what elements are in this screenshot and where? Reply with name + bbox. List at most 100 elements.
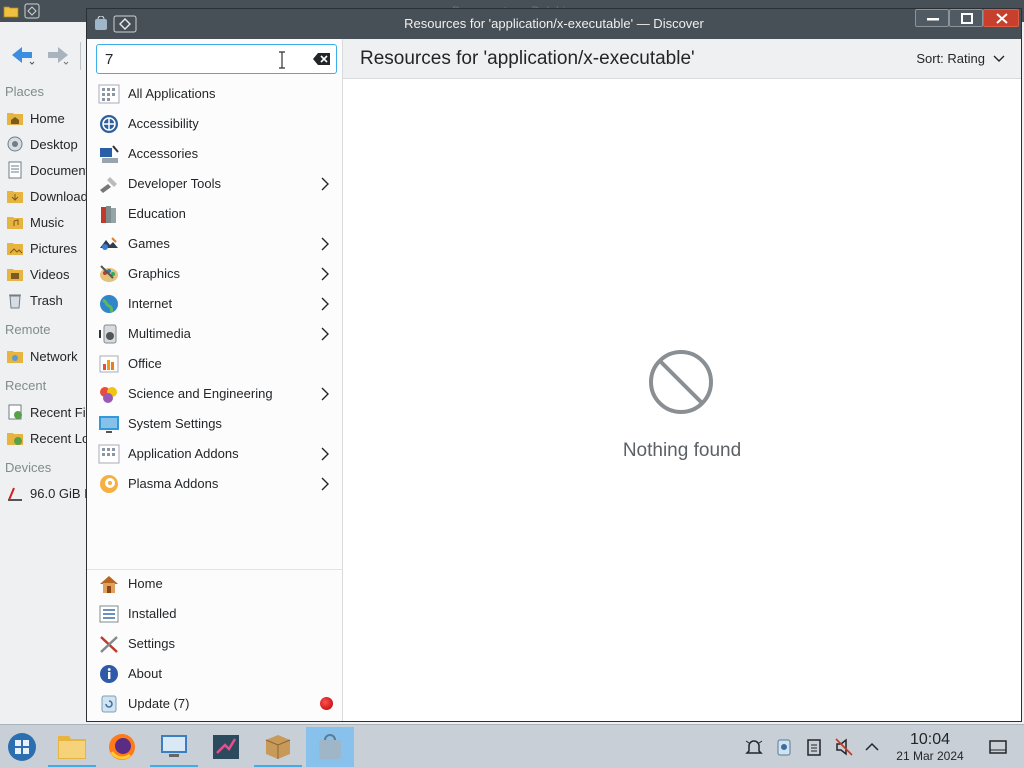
home-folder-icon (7, 113, 23, 125)
network-folder-icon (7, 351, 23, 363)
show-desktop-icon[interactable] (988, 737, 1008, 757)
clipboard-icon[interactable] (804, 737, 824, 757)
category-label: System Settings (128, 416, 222, 431)
close-button[interactable] (983, 9, 1019, 27)
education-icon (101, 206, 116, 223)
category-plasma-addons[interactable]: Plasma Addons (87, 469, 343, 499)
nav-home[interactable]: Home (87, 569, 343, 599)
nav-label: About (128, 666, 162, 681)
taskbar-discover[interactable] (306, 727, 354, 767)
nav-update[interactable]: Update (7) (87, 689, 343, 719)
category-system-settings[interactable]: System Settings (87, 409, 343, 439)
documents-folder-icon (8, 161, 22, 179)
update-icon (101, 695, 117, 713)
settings-icon (100, 636, 118, 653)
places-item-pictures[interactable]: Pictures (6, 237, 88, 259)
category-application-addons[interactable]: Application Addons (87, 439, 343, 469)
category-graphics[interactable]: Graphics (87, 259, 343, 289)
clipboard-tray-icon[interactable] (774, 737, 794, 757)
science-icon (100, 387, 117, 403)
chevron-right-icon (321, 297, 329, 311)
search-input[interactable]: 7 (96, 44, 337, 74)
category-multimedia[interactable]: Multimedia (87, 319, 343, 349)
chevron-right-icon (321, 237, 329, 251)
category-internet[interactable]: Internet (87, 289, 343, 319)
category-accessories[interactable]: Accessories (87, 139, 343, 169)
places-item-trash[interactable]: Trash (6, 289, 88, 311)
games-icon (100, 237, 118, 250)
desktop-folder-icon (7, 136, 23, 152)
window-titlebar[interactable]: Resources for 'application/x-executable'… (87, 9, 1021, 39)
clock[interactable]: 10:04 21 Mar 2024 (884, 731, 976, 763)
places-item-music[interactable]: Music (6, 211, 88, 233)
trash-icon (9, 294, 21, 309)
taskbar-firefox[interactable] (98, 727, 146, 767)
maximize-icon (961, 13, 973, 24)
category-games[interactable]: Games (87, 229, 343, 259)
installed-icon (99, 605, 119, 623)
chevron-up-icon[interactable] (862, 737, 882, 757)
category-office[interactable]: Office (87, 349, 343, 379)
videos-folder-icon (7, 269, 23, 281)
minimize-button[interactable] (915, 9, 949, 27)
nav-about[interactable]: About (87, 659, 343, 689)
recent-header: Recent (5, 378, 47, 393)
developer-tools-icon (100, 177, 117, 193)
nav-label: Home (128, 576, 163, 591)
window-title: Resources for 'application/x-executable'… (404, 16, 704, 31)
volume-muted-icon[interactable] (834, 737, 854, 757)
category-label: Games (128, 236, 170, 251)
places-item-recent-files[interactable]: Recent Files (6, 401, 88, 423)
places-item-videos[interactable]: Videos (6, 263, 88, 285)
nav-label: Update (7) (128, 696, 190, 711)
category-label: Application Addons (128, 446, 239, 461)
notifications-icon[interactable] (744, 737, 764, 757)
devices-header: Devices (5, 460, 52, 475)
pictures-folder-icon (7, 243, 23, 255)
places-item-home[interactable]: Home (6, 107, 88, 129)
places-item-documents[interactable]: Documents (6, 159, 88, 181)
clock-time: 10:04 (909, 731, 951, 748)
discover-icon (319, 734, 341, 759)
taskbar-dolphin[interactable] (48, 727, 96, 767)
forward-arrow-icon[interactable] (44, 44, 70, 66)
back-arrow-icon[interactable] (10, 44, 36, 66)
nav-settings[interactable]: Settings (87, 629, 343, 659)
downloads-folder-icon (7, 191, 23, 203)
category-label: All Applications (128, 86, 216, 101)
window-controls (915, 9, 1019, 27)
category-label: Science and Engineering (128, 386, 273, 401)
category-science-engineering[interactable]: Science and Engineering (87, 379, 343, 409)
text-cursor-icon (279, 51, 285, 69)
dolphin-file-manager-icon (58, 736, 86, 759)
category-label: Plasma Addons (128, 476, 219, 491)
start-menu-button[interactable] (0, 727, 44, 767)
taskbar-system-monitor[interactable] (150, 727, 198, 767)
places-item-desktop[interactable]: Desktop (6, 133, 88, 155)
system-monitor-icon (161, 735, 187, 757)
system-settings-icon (99, 416, 119, 433)
category-label: Accessories (128, 146, 199, 161)
category-developer-tools[interactable]: Developer Tools (87, 169, 343, 199)
music-folder-icon (7, 217, 23, 229)
multimedia-icon (99, 324, 117, 344)
taskbar-krita[interactable] (202, 727, 250, 767)
update-badge (320, 697, 333, 710)
places-item-hard-drive[interactable]: 96.0 GiB Hard Drive (6, 482, 88, 504)
recent-locations-icon (7, 433, 23, 445)
places-item-downloads[interactable]: Downloads (6, 185, 88, 207)
places-item-recent-locations[interactable]: Recent Locations (6, 427, 88, 449)
accessories-icon (100, 145, 119, 163)
category-education[interactable]: Education (87, 199, 343, 229)
category-label: Office (128, 356, 162, 371)
category-accessibility[interactable]: Accessibility (87, 109, 343, 139)
nav-installed[interactable]: Installed (87, 599, 343, 629)
category-all-applications[interactable]: All Applications (87, 79, 343, 109)
accessibility-icon (100, 115, 118, 133)
maximize-button[interactable] (949, 9, 983, 27)
taskbar-package-installer[interactable] (254, 727, 302, 767)
all-applications-icon (98, 84, 120, 104)
places-item-network[interactable]: Network (6, 345, 88, 367)
empty-message: Nothing found (622, 440, 742, 461)
clear-search-icon[interactable] (313, 52, 331, 66)
